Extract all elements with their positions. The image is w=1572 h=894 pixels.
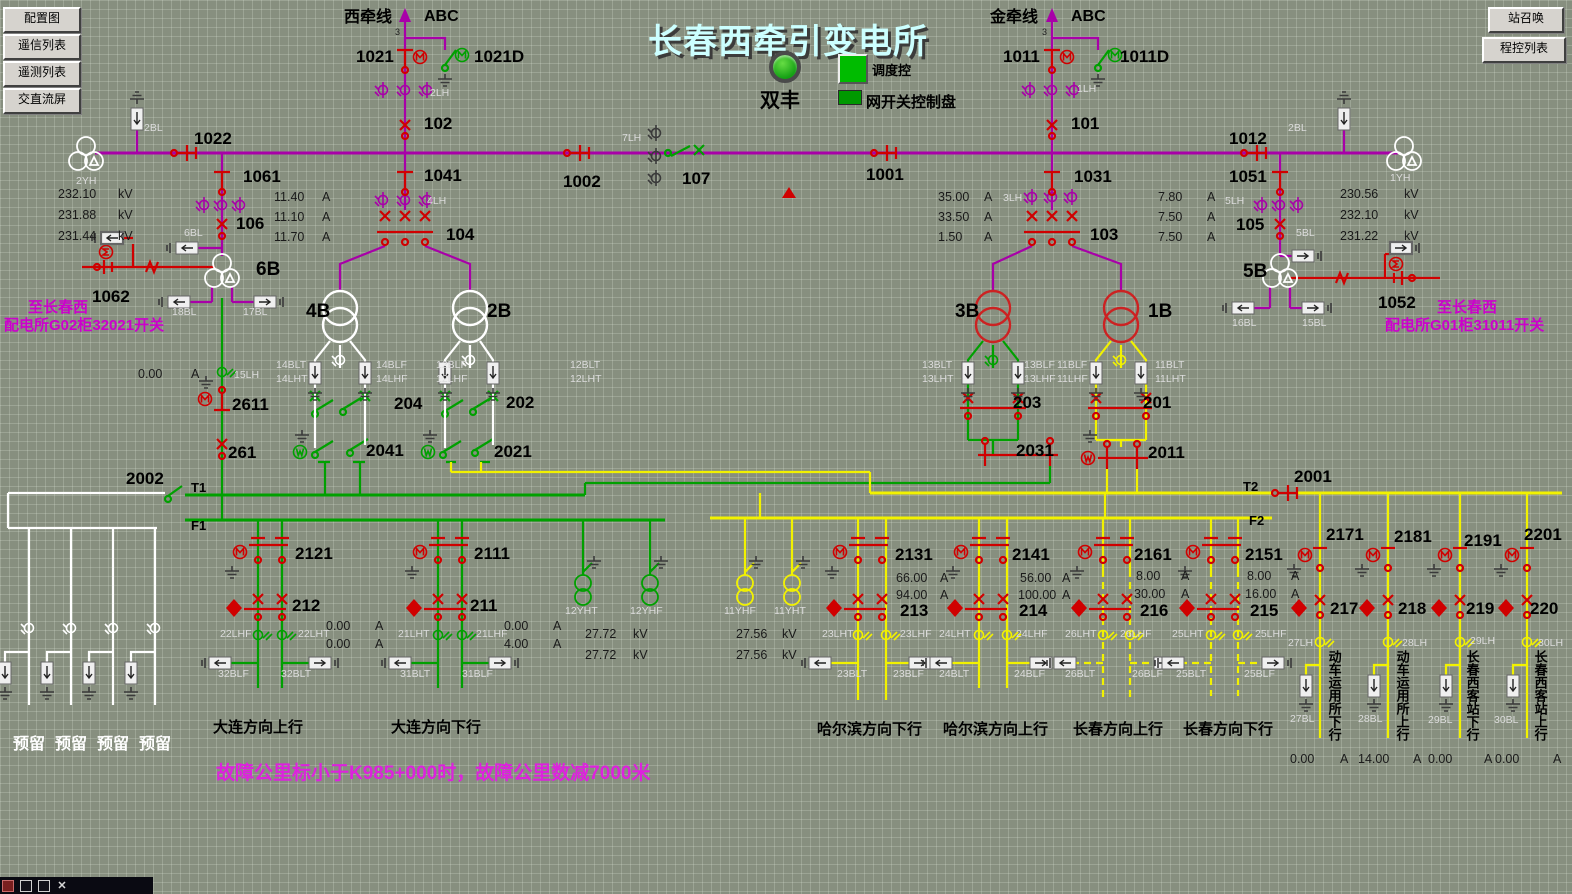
breakers-220kv[interactable] — [171, 50, 1288, 245]
tie-1052[interactable] — [1290, 242, 1440, 285]
switch-panel-indicator — [838, 90, 862, 105]
feeder-216[interactable] — [1047, 538, 1183, 669]
arrester-boxes — [0, 74, 1351, 699]
window-icon-1[interactable] — [20, 880, 32, 892]
alarm-triangle — [782, 187, 796, 198]
button-acdc-panel[interactable]: 交直流屏 — [3, 88, 81, 114]
station-status-led — [769, 51, 801, 83]
dispatch-control-label: 调度控 — [872, 60, 911, 79]
feeder-211[interactable] — [382, 538, 518, 669]
feeder-213[interactable] — [802, 538, 938, 669]
feeder-214[interactable] — [923, 538, 1059, 669]
ct-instruments-220kv — [196, 82, 1303, 213]
single-line-diagram — [0, 0, 1572, 894]
xfmr-3b-1b-windings — [976, 291, 1138, 342]
switch-panel-label: 网开关控制盘 — [866, 91, 956, 112]
close-icon[interactable]: ✕ — [56, 880, 68, 892]
app-icon[interactable] — [2, 880, 14, 892]
button-telemetry-list[interactable]: 遥测列表 — [3, 61, 81, 87]
window-icon-2[interactable] — [38, 880, 50, 892]
taskbar-fragment[interactable]: ✕ — [0, 877, 153, 894]
yellow-section — [451, 341, 1562, 738]
tie-instruments-7lh — [648, 125, 661, 186]
scada-screen: 西牵线ABC310211021D2LH10210222BL2YH232.10kV… — [0, 0, 1572, 894]
button-station-call[interactable]: 站召唤 — [1488, 7, 1564, 33]
button-program-list[interactable]: 程控列表 — [1482, 37, 1566, 63]
station-led-label: 双丰 — [760, 84, 800, 113]
button-telesignal-list[interactable]: 遥信列表 — [3, 34, 81, 60]
dispatch-control-indicator — [838, 54, 868, 84]
button-config-diagram[interactable]: 配置图 — [3, 7, 81, 33]
feeder-215[interactable] — [1155, 538, 1291, 669]
feeder-212[interactable] — [202, 538, 338, 669]
